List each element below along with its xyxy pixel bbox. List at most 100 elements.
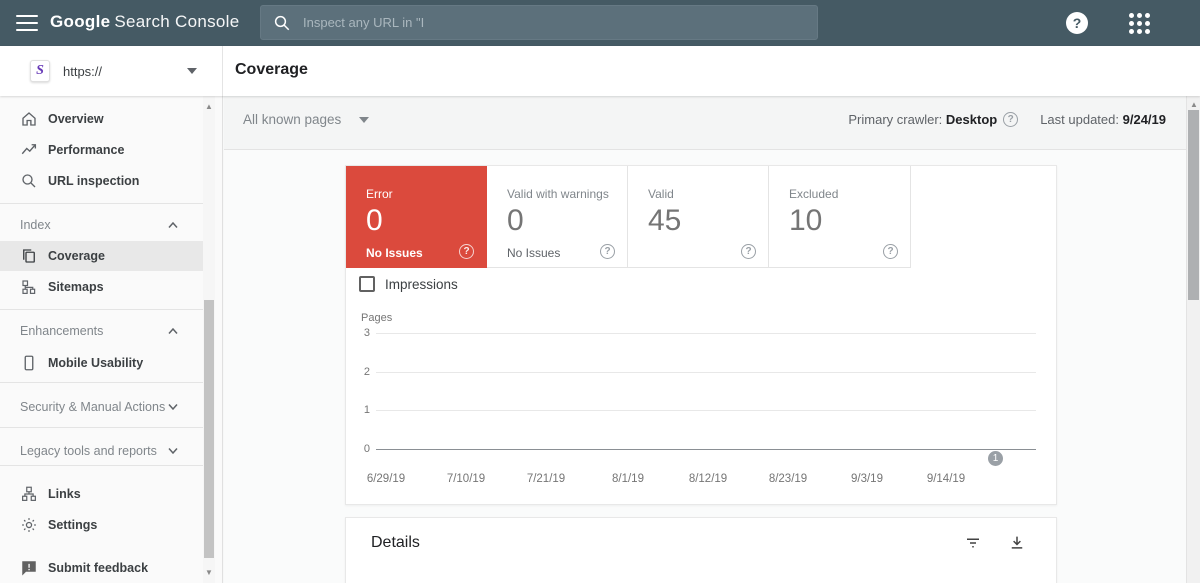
sidebar-scrollbar-thumb[interactable] [204, 300, 214, 558]
search-icon [273, 14, 291, 32]
primary-crawler-value: Desktop [946, 112, 997, 127]
x-tick: 9/3/19 [835, 473, 899, 485]
sidebar-item-label: Mobile Usability [48, 356, 143, 370]
download-button[interactable] [1006, 532, 1028, 554]
coverage-pages-icon [20, 247, 38, 265]
app-logo[interactable]: GoogleSearch Console [50, 12, 240, 32]
sidebar-section-label: Index [20, 218, 51, 232]
search-placeholder: Inspect any URL in "I [303, 15, 424, 30]
sidebar-section-label: Security & Manual Actions [20, 400, 165, 414]
scroll-down-icon[interactable]: ▼ [203, 568, 215, 578]
gridline [376, 372, 1036, 373]
sidebar-item-label: Performance [48, 143, 124, 157]
sidebar-divider [0, 203, 203, 204]
gridline [376, 410, 1036, 411]
page-header-row: S https:// Coverage [0, 46, 1200, 96]
x-tick: 9/14/19 [914, 473, 978, 485]
sidebar-divider [0, 309, 203, 310]
sidebar-item-mobile-usability[interactable]: Mobile Usability [0, 348, 203, 378]
card-error[interactable]: Error 0 No Issues ? [346, 166, 487, 268]
sitemaps-icon [20, 278, 38, 296]
sidebar-nav: Overview Performance URL inspection Inde… [0, 96, 223, 583]
scroll-up-icon[interactable]: ▲ [203, 102, 215, 112]
filter-icon [964, 534, 982, 552]
x-axis-line [376, 449, 1036, 450]
card-value: 0 [507, 204, 524, 238]
report-toolbar: All known pages Primary crawler: Desktop… [224, 96, 1186, 150]
url-inspection-search-input[interactable]: Inspect any URL in "I [260, 5, 818, 40]
sidebar-section-legacy-tools[interactable]: Legacy tools and reports [0, 436, 203, 466]
chart-marker-badge[interactable]: 1 [988, 451, 1003, 466]
page-title: Coverage [235, 61, 308, 79]
page-scope-dropdown[interactable]: All known pages [243, 112, 369, 127]
chart-y-axis-title: Pages [361, 312, 392, 324]
sidebar-section-enhancements[interactable]: Enhancements [0, 316, 203, 346]
chevron-down-icon [168, 448, 178, 454]
y-tick: 0 [346, 443, 370, 455]
app-logo-search-console: Search Console [114, 12, 239, 31]
top-app-bar: GoogleSearch Console Inspect any URL in … [0, 0, 1200, 46]
sidebar-section-security-manual-actions[interactable]: Security & Manual Actions [0, 392, 203, 422]
x-tick: 8/23/19 [756, 473, 820, 485]
sidebar-item-links[interactable]: Links [0, 479, 203, 509]
sidebar-divider [0, 427, 203, 428]
app-logo-google: Google [50, 12, 110, 31]
sidebar-item-coverage[interactable]: Coverage [0, 241, 203, 271]
y-tick: 2 [346, 366, 370, 378]
y-tick: 3 [346, 327, 370, 339]
scroll-up-icon[interactable]: ▲ [1187, 100, 1200, 110]
sidebar-item-label: Links [48, 487, 81, 501]
google-apps-button[interactable] [1124, 8, 1154, 38]
gear-icon [20, 516, 38, 534]
x-tick: 6/29/19 [354, 473, 418, 485]
help-circle-icon[interactable]: ? [741, 244, 756, 259]
sidebar-item-submit-feedback[interactable]: Submit feedback [0, 553, 203, 583]
chevron-up-icon [168, 222, 178, 228]
sidebar-item-label: Submit feedback [48, 561, 148, 575]
sidebar-item-sitemaps[interactable]: Sitemaps [0, 272, 203, 302]
impressions-toggle[interactable]: Impressions [359, 276, 458, 292]
sidebar-item-label: Settings [48, 518, 97, 532]
help-circle-icon[interactable]: ? [600, 244, 615, 259]
card-value: 10 [789, 204, 822, 238]
links-icon [20, 485, 38, 503]
sidebar-section-label: Enhancements [20, 324, 103, 338]
chevron-down-icon [168, 404, 178, 410]
gridline [376, 333, 1036, 334]
property-selector[interactable]: S https:// [0, 46, 223, 96]
card-valid-with-warnings[interactable]: Valid with warnings 0 No Issues ? [487, 166, 628, 268]
card-label: Valid with warnings [507, 187, 609, 201]
main-scrollbar-thumb[interactable] [1188, 110, 1199, 300]
sidebar-item-overview[interactable]: Overview [0, 104, 203, 134]
sidebar-item-url-inspection[interactable]: URL inspection [0, 166, 203, 196]
sidebar-divider [0, 465, 203, 466]
help-circle-icon[interactable]: ? [459, 244, 474, 259]
property-icon: S [30, 60, 50, 82]
x-tick: 7/21/19 [514, 473, 578, 485]
sidebar-divider [0, 382, 203, 383]
card-label: Error [366, 187, 393, 201]
help-circle-icon[interactable]: ? [1003, 112, 1018, 127]
card-value: 0 [366, 204, 383, 238]
download-icon [1008, 534, 1026, 552]
chevron-down-icon [359, 117, 369, 123]
sidebar-item-settings[interactable]: Settings [0, 510, 203, 540]
last-updated-value: 9/24/19 [1123, 112, 1166, 127]
impressions-label: Impressions [385, 277, 458, 292]
sidebar-item-label: Coverage [48, 249, 105, 263]
card-sub-label: No Issues [507, 246, 560, 260]
card-excluded[interactable]: Excluded 10 ? [769, 166, 911, 268]
card-valid[interactable]: Valid 45 ? [628, 166, 769, 268]
help-circle-icon[interactable]: ? [883, 244, 898, 259]
mobile-icon [20, 354, 38, 372]
help-icon: ? [1066, 12, 1088, 34]
page-scope-value: All known pages [243, 112, 341, 127]
menu-icon[interactable] [16, 13, 38, 33]
help-button[interactable]: ? [1062, 8, 1092, 38]
primary-crawler-label: Primary crawler: [848, 112, 942, 127]
sidebar-item-performance[interactable]: Performance [0, 135, 203, 165]
filter-button[interactable] [962, 532, 984, 554]
sidebar-section-index[interactable]: Index [0, 210, 203, 240]
x-tick: 8/1/19 [596, 473, 660, 485]
checkbox-unchecked-icon[interactable] [359, 276, 375, 292]
